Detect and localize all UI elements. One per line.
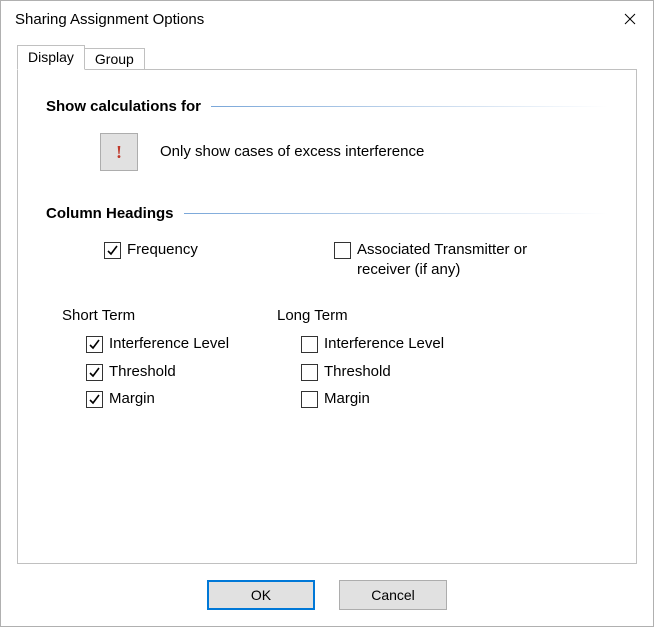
close-icon xyxy=(624,13,636,25)
tab-group[interactable]: Group xyxy=(84,48,145,70)
group-heading-rule xyxy=(211,106,608,107)
column-headings-top-row: Frequency Associated Transmitter or rece… xyxy=(104,240,608,285)
short-term-column: Short Term Interference Level Threshold xyxy=(62,307,277,417)
checkbox-st-interference[interactable] xyxy=(86,336,103,353)
group-column-headings: Column Headings xyxy=(46,205,608,222)
checkbox-st-interference-label: Interference Level xyxy=(109,334,229,354)
excess-interference-label: Only show cases of excess interference xyxy=(160,142,424,162)
checkbox-lt-margin[interactable] xyxy=(301,391,318,408)
checkbox-row-associated: Associated Transmitter or receiver (if a… xyxy=(334,240,608,279)
cancel-button[interactable]: Cancel xyxy=(339,580,447,610)
close-button[interactable] xyxy=(607,3,653,35)
ok-button[interactable]: OK xyxy=(207,580,315,610)
long-term-column: Long Term Interference Level Threshold xyxy=(277,307,492,417)
checkbox-lt-threshold[interactable] xyxy=(301,364,318,381)
checkbox-lt-margin-label: Margin xyxy=(324,389,370,409)
tab-display[interactable]: Display xyxy=(17,45,85,70)
excess-interference-row: ! Only show cases of excess interference xyxy=(100,133,608,171)
dialog-window: Sharing Assignment Options Display Group… xyxy=(0,0,654,627)
tabstrip: Display Group xyxy=(17,43,653,69)
checkbox-frequency[interactable] xyxy=(104,242,121,259)
group-show-calculations: Show calculations for xyxy=(46,98,608,115)
exclamation-icon: ! xyxy=(116,142,122,163)
checkbox-row-frequency: Frequency xyxy=(104,240,334,260)
checkbox-row-st-threshold: Threshold xyxy=(86,362,277,382)
checkbox-st-threshold[interactable] xyxy=(86,364,103,381)
checkbox-st-margin-label: Margin xyxy=(109,389,155,409)
excess-interference-toggle[interactable]: ! xyxy=(100,133,138,171)
window-title: Sharing Assignment Options xyxy=(15,11,607,28)
checkbox-row-lt-margin: Margin xyxy=(301,389,492,409)
checkbox-frequency-label: Frequency xyxy=(127,240,198,260)
checkbox-lt-interference[interactable] xyxy=(301,336,318,353)
group-heading-label: Column Headings xyxy=(46,205,174,222)
checkbox-row-lt-interference: Interference Level xyxy=(301,334,492,354)
checkbox-row-lt-threshold: Threshold xyxy=(301,362,492,382)
term-columns: Short Term Interference Level Threshold xyxy=(62,307,608,417)
checkbox-associated-label: Associated Transmitter or receiver (if a… xyxy=(357,240,557,279)
tab-panel-display: Show calculations for ! Only show cases … xyxy=(17,69,637,564)
checkbox-st-threshold-label: Threshold xyxy=(109,362,176,382)
checkbox-associated[interactable] xyxy=(334,242,351,259)
group-heading-rule xyxy=(184,213,608,214)
column-headings-area: Frequency Associated Transmitter or rece… xyxy=(104,240,608,417)
long-term-heading: Long Term xyxy=(277,307,492,324)
checkbox-lt-threshold-label: Threshold xyxy=(324,362,391,382)
checkbox-st-margin[interactable] xyxy=(86,391,103,408)
short-term-heading: Short Term xyxy=(62,307,277,324)
dialog-footer: OK Cancel xyxy=(1,564,653,626)
checkbox-row-st-interference: Interference Level xyxy=(86,334,277,354)
group-heading-label: Show calculations for xyxy=(46,98,201,115)
checkbox-row-st-margin: Margin xyxy=(86,389,277,409)
titlebar: Sharing Assignment Options xyxy=(1,1,653,37)
checkbox-lt-interference-label: Interference Level xyxy=(324,334,444,354)
